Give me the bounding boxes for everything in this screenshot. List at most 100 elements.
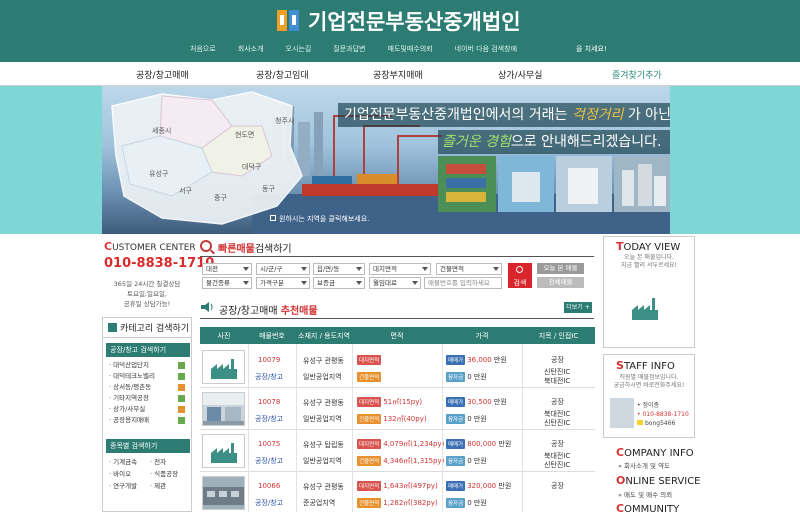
select-monthly-rent[interactable]: 월임대료 — [369, 277, 421, 289]
logo[interactable]: 기업전문부동산중개법인 — [274, 5, 521, 37]
listing-number-input[interactable]: 매물번호를 입력하세요 — [424, 277, 502, 289]
category-type-grid: · 기계금속 · 전자 · 바이오 · 식품공장 · 연구개발 · 제관 — [109, 456, 191, 492]
search-button[interactable]: 검색 — [508, 263, 532, 288]
chevron-down-icon — [356, 281, 362, 285]
type-item[interactable]: · 식품공장 — [150, 468, 191, 480]
select-property-type[interactable]: 물건종류 — [202, 277, 252, 289]
region-jung[interactable]: 중구 — [214, 193, 227, 203]
select-district[interactable]: 시/군/구 — [256, 263, 310, 275]
chevron-down-icon — [243, 267, 249, 271]
table-row[interactable]: 10078 공장/창고 유성구 관평동 일반공업지역 대지면적 51㎡(15py)… — [200, 389, 595, 430]
region-yuseong[interactable]: 유성구 — [149, 169, 168, 179]
table-row[interactable]: 10066 공장/창고 유성구 관평동 준공업지역 대지면적 1,643㎡(497… — [200, 473, 595, 512]
type-item[interactable]: · 전자 — [150, 456, 191, 468]
staff-phone[interactable]: 010-8838-1710 — [642, 411, 688, 418]
column-divider — [352, 344, 353, 512]
more-button[interactable]: 더보기 + — [564, 302, 592, 313]
select-deposit[interactable]: 보증금 — [313, 277, 365, 289]
staff-avatar — [610, 398, 634, 428]
region-cheongju[interactable]: 청주시 — [275, 116, 294, 126]
type-item[interactable]: · 제관 — [150, 480, 191, 492]
customer-center-title: CUSTOMER CENTER — [104, 240, 196, 253]
company-info-title: COMPANY INFO — [616, 446, 694, 459]
type-item[interactable]: · 연구개발 — [109, 480, 150, 492]
category-box: 공장/창고 검색하기 · 대덕산업단지 · 대덕테크노밸리 · 상서동/평촌동 … — [102, 337, 192, 512]
building-photo-thumbnail[interactable] — [202, 476, 245, 510]
banner-headline-2: 즐거운 경험으로 안내해드리겠습니다. — [438, 130, 670, 154]
today-view-subtitle: 오늘 본 매물입니다. 지금 빨리 서두르세요! — [621, 254, 677, 269]
top-nav-request[interactable]: 매도및매수의뢰 — [388, 44, 433, 54]
count-badge-icon — [178, 362, 185, 369]
type-item[interactable]: · 바이오 — [109, 468, 150, 480]
category-section-factory[interactable]: 공장/창고 검색하기 — [106, 343, 190, 357]
customer-hours: 365일 24시간 칠결상담 토요일,일요일, 공휴일 상담가능! — [113, 280, 181, 308]
customer-phone[interactable]: 010-8838-1710 — [104, 256, 214, 271]
region-daedeok[interactable]: 대덕구 — [242, 162, 261, 172]
main-banner: 세종시 청주시 현도면 대덕구 유성구 서구 동구 중구 기업전문부동산중개법인… — [102, 86, 670, 234]
category-item[interactable]: · 대덕산업단지 — [109, 360, 191, 371]
table-row[interactable]: 10075 공장/창고 유성구 탑립동 일반공업지역 대지면적 4,079㎡(1,… — [200, 431, 595, 472]
table-row[interactable]: 10079 공장/창고 유성구 관평동 일반공업지역 대지면적 건물면적 매매가… — [200, 347, 595, 388]
region-hyeondo[interactable]: 현도면 — [235, 130, 254, 140]
today-viewed-button[interactable]: 오늘 본 매물 — [537, 263, 584, 274]
count-badge-icon — [178, 373, 185, 380]
staff-info-title: STAFF INFO — [616, 359, 675, 372]
top-nav-home[interactable]: 처음으로 — [190, 44, 216, 54]
chevron-down-icon — [301, 281, 307, 285]
top-nav-qna[interactable]: 질문과답변 — [333, 44, 365, 54]
count-badge-icon — [178, 384, 185, 391]
count-badge-icon — [178, 395, 185, 402]
nav-favorite[interactable]: 즐겨찾기추가 — [612, 68, 662, 81]
region-dong[interactable]: 동구 — [262, 184, 275, 194]
select-building-area[interactable]: 건물면적 — [436, 263, 502, 275]
top-nav-search-hint[interactable]: 네이버 다음 검색창에 — [455, 44, 517, 54]
nav-factory-sale[interactable]: 공장/창고매매 — [136, 68, 189, 81]
community-title: COMMUNITY — [616, 502, 680, 512]
region-seo[interactable]: 서구 — [179, 186, 192, 196]
top-nav-location[interactable]: 오시는길 — [286, 44, 312, 54]
room-photo-thumbnail[interactable] — [202, 392, 245, 426]
select-price-type[interactable]: 가격구분 — [256, 277, 310, 289]
logo-text: 기업전문부동산중개법인 — [308, 10, 521, 34]
column-divider — [522, 344, 523, 512]
count-badge-icon — [178, 406, 185, 413]
top-nav-about[interactable]: 회사소개 — [238, 44, 264, 54]
category-item[interactable]: · 대덕테크노밸리 — [109, 371, 191, 382]
table-header: 사진 매물번호 소재지 / 용도지역 면적 가격 지목 / 인접IC — [200, 327, 595, 344]
category-item[interactable]: · 상서동/평촌동 — [109, 382, 191, 393]
type-item[interactable]: · 기계금속 — [109, 456, 150, 468]
speaker-icon — [201, 302, 213, 312]
category-header: 카테고리 검색하기 — [102, 317, 192, 337]
region-sejong[interactable]: 세종시 — [152, 126, 171, 136]
chevron-down-icon — [412, 281, 418, 285]
select-town[interactable]: 읍/면/동 — [313, 263, 365, 275]
search-hint-suffix: 을 치세요! — [576, 45, 607, 53]
quick-search-title: 빠른매물검색하기 — [218, 244, 292, 255]
company-info-link[interactable]: » 회사소개 및 약도 — [618, 460, 670, 470]
top-nav: 처음으로 회사소개 오시는길 질문과답변 매도및매수의뢰 네이버 다음 검색창에 — [190, 44, 517, 54]
category-item[interactable]: · 공장용지매매 — [109, 415, 191, 426]
lock-icon — [270, 215, 276, 221]
nav-factory-land[interactable]: 공장부지매매 — [373, 68, 423, 81]
banner-headline-1: 기업전문부동산중개법인에서의 거래는 걱정거리 가 아닌 — [338, 103, 670, 127]
category-icon — [108, 323, 117, 332]
select-land-area[interactable]: 대지면적 — [369, 263, 431, 275]
category-item[interactable]: · 기타지역공장 — [109, 393, 191, 404]
nav-shop-office[interactable]: 상가/사무실 — [498, 68, 542, 81]
column-divider — [248, 344, 249, 512]
kakao-icon — [637, 420, 643, 425]
all-listings-button[interactable]: 전체매물 — [537, 277, 584, 288]
magnifier-icon — [516, 266, 523, 273]
category-section-type[interactable]: 종목별 검색하기 — [106, 439, 190, 453]
banner-caption: 원하시는 지역을 클릭해보세요. — [270, 214, 369, 224]
column-divider — [296, 344, 297, 512]
category-item[interactable]: · 상가/사무실 — [109, 404, 191, 415]
factory-thumbnail-icon[interactable] — [624, 290, 668, 328]
logo-icon — [274, 7, 302, 35]
chevron-down-icon — [422, 267, 428, 271]
nav-factory-rent[interactable]: 공장/창고임대 — [256, 68, 309, 81]
select-city[interactable]: 대전 — [202, 263, 252, 275]
factory-thumbnail-icon[interactable] — [202, 434, 245, 468]
factory-thumbnail-icon[interactable] — [202, 350, 245, 384]
online-service-link[interactable]: » 매도 및 매수 의뢰 — [618, 489, 672, 499]
